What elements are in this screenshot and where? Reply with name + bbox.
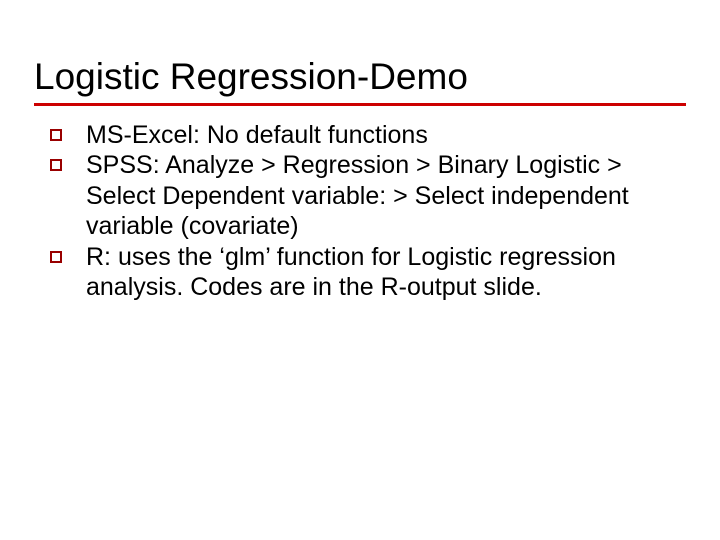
slide: Logistic Regression-Demo MS-Excel: No de…	[0, 0, 720, 540]
list-item: SPSS: Analyze > Regression > Binary Logi…	[36, 150, 686, 242]
slide-title: Logistic Regression-Demo	[34, 56, 686, 99]
square-bullet-icon	[50, 159, 62, 171]
title-underline	[34, 103, 686, 106]
bullet-text: R: uses the ‘glm’ function for Logistic …	[86, 242, 686, 303]
list-item: MS-Excel: No default functions	[36, 120, 686, 151]
slide-body: MS-Excel: No default functions SPSS: Ana…	[34, 120, 686, 303]
list-item: R: uses the ‘glm’ function for Logistic …	[36, 242, 686, 303]
square-bullet-icon	[50, 129, 62, 141]
bullet-text: SPSS: Analyze > Regression > Binary Logi…	[86, 150, 686, 242]
bullet-text: MS-Excel: No default functions	[86, 120, 428, 151]
square-bullet-icon	[50, 251, 62, 263]
